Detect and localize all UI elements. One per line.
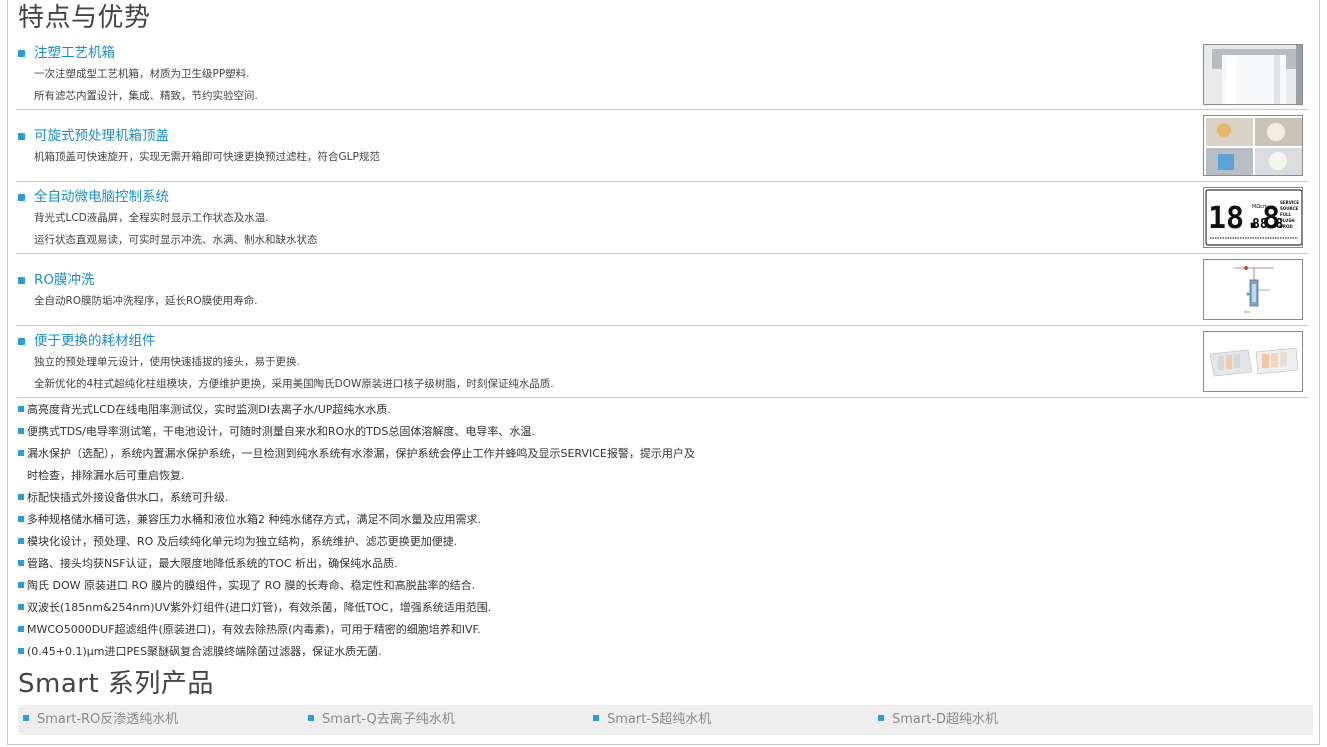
lcd-unit: MΩcm (1252, 204, 1268, 210)
feature-row-ro-flush: RO膜冲洗 全自动RO膜防垢冲洗程序，延长RO膜使用寿命. (16, 259, 1308, 326)
cover-photos-icon (1203, 115, 1303, 176)
bullet-square-icon (878, 715, 884, 721)
series-link-smart-s[interactable]: Smart-S超纯水机 (593, 712, 711, 728)
lcd-status-prod: PROD (1280, 224, 1293, 229)
list-item: 陶氏 DOW 原装进口 RO 膜片的膜组件，实现了 RO 膜的长寿命、稳定性和高… (18, 579, 475, 593)
list-item: 双波长(185nm&254nm)UV紫外灯组件(进口灯管)，有效杀菌，降低TOC… (18, 601, 491, 615)
list-item: 标配快插式外接设备供水口，系统可升级. (18, 491, 229, 505)
section-title-series: Smart 系列产品 (18, 669, 214, 699)
feature-row-cover: 可旋式预处理机箱顶盖 机箱顶盖可快速旋开，实现无需开箱即可快速更换预过滤柱，符合… (16, 115, 1308, 182)
lcd-status-service: SERVICE (1280, 200, 1299, 205)
feature-title: RO膜冲洗 (34, 272, 95, 288)
bullet-square-icon (308, 715, 314, 721)
bullet-square-icon (18, 277, 25, 284)
list-item-continuation: 时检查，排除漏水后可重启恢复. (27, 469, 185, 482)
series-link-smart-d[interactable]: Smart-D超纯水机 (878, 712, 998, 728)
bullet-square-icon (593, 715, 599, 721)
series-product-bar: Smart-RO反渗透纯水机 Smart-Q去离子纯水机 Smart-S超纯水机… (18, 705, 1313, 735)
feature-title: 可旋式预处理机箱顶盖 (34, 128, 169, 144)
lcd-status-flush: FLUSH (1280, 218, 1295, 223)
bullet-square-icon (23, 715, 29, 721)
section-title-features: 特点与优势 (18, 3, 151, 33)
series-link-smart-q[interactable]: Smart-Q去离子纯水机 (308, 712, 455, 728)
bullet-square-icon (18, 494, 24, 500)
lcd-status-full: FULL (1280, 212, 1292, 217)
feature-desc-line: 机箱顶盖可快速旋开，实现无需开箱即可快速更换预过滤柱，符合GLP规范 (34, 151, 380, 163)
bullet-square-icon (18, 194, 25, 201)
bullet-square-icon (18, 450, 24, 456)
feature-desc-line: 全新优化的4柱式超纯化柱组模块，方便维护更换，采用美国陶氏DOW原装进口核子级树… (34, 378, 554, 390)
feature-row-control: 全自动微电脑控制系统 背光式LCD液晶屏，全程实时显示工作状态及水温. 运行状态… (16, 187, 1308, 254)
feature-title: 便于更换的耗材组件 (34, 333, 156, 349)
ro-flush-diagram-icon (1203, 259, 1303, 320)
list-item: 漏水保护（选配），系统内置漏水保护系统，一旦检测到纯水系统有水渗漏，保护系统会停… (18, 447, 695, 461)
feature-desc-line: 所有滤芯内置设计，集成、精致，节约实验空间. (34, 90, 258, 102)
cabinet-photo-icon (1203, 44, 1303, 105)
bullet-square-icon (18, 626, 24, 632)
feature-desc-line: 运行状态直观易读，可实时显示冲洗、水满、制水和缺水状态 (34, 234, 318, 246)
list-item: (0.45+0.1)μm进口PES聚醚砜复合滤膜终端除菌过滤器，保证水质无菌. (18, 645, 382, 659)
bullet-square-icon (18, 560, 24, 566)
bullet-square-icon (18, 538, 24, 544)
list-item: 多种规格储水桶可选，兼容压力水桶和液位水箱2 种纯水储存方式，满足不同水量及应用… (18, 513, 481, 527)
bullet-square-icon (18, 648, 24, 654)
list-item: 高亮度背光式LCD在线电阻率测试仪，实时监测DI去离子水/UP超纯水水质. (18, 403, 391, 417)
bullet-square-icon (18, 516, 24, 522)
list-item: 管路、接头均获NSF认证，最大限度地降低系统的TOC 析出，确保纯水品质. (18, 557, 398, 571)
feature-desc-line: 独立的预处理单元设计，使用快速插拔的接头，易于更换. (34, 356, 300, 368)
feature-title: 全自动微电脑控制系统 (34, 189, 169, 205)
list-item: MWCO5000DUF超滤组件(原装进口)，有效去除热原(内毒素)，可用于精密的… (18, 623, 481, 637)
list-item: 便携式TDS/电导率测试笔，干电池设计，可随时测量自来水和RO水的TDS总固体溶… (18, 425, 535, 439)
bullet-square-icon (18, 406, 24, 412)
bullet-square-icon (18, 582, 24, 588)
bullet-square-icon (18, 133, 25, 140)
feature-desc-line: 全自动RO膜防垢冲洗程序，延长RO膜使用寿命. (34, 295, 258, 307)
bullet-square-icon (18, 428, 24, 434)
feature-row-cabinet: 注塑工艺机箱 一次注塑成型工艺机箱，材质为卫生级PP塑料. 所有滤芯内置设计，集… (16, 44, 1308, 110)
consumables-photo-icon (1203, 331, 1303, 392)
list-item: 模块化设计，预处理、RO 及后续纯化单元均为独立结构，系统维护、滤芯更换更加便捷… (18, 535, 457, 549)
bullet-square-icon (18, 50, 25, 57)
feature-desc-line: 背光式LCD液晶屏，全程实时显示工作状态及水温. (34, 212, 269, 224)
bullet-square-icon (18, 338, 25, 345)
bullet-square-icon (18, 604, 24, 610)
series-link-smart-ro[interactable]: Smart-RO反渗透纯水机 (23, 712, 178, 728)
feature-desc-line: 一次注塑成型工艺机箱，材质为卫生级PP塑料. (34, 68, 250, 80)
lcd-display-icon: 18.8 MΩcm 88.8 °C SERVICE SOURCE FULL FL… (1203, 187, 1303, 248)
feature-title: 注塑工艺机箱 (34, 45, 115, 61)
feature-row-consumables: 便于更换的耗材组件 独立的预处理单元设计，使用快速插拔的接头，易于更换. 全新优… (16, 331, 1308, 398)
lcd-status-source: SOURCE (1280, 206, 1299, 211)
